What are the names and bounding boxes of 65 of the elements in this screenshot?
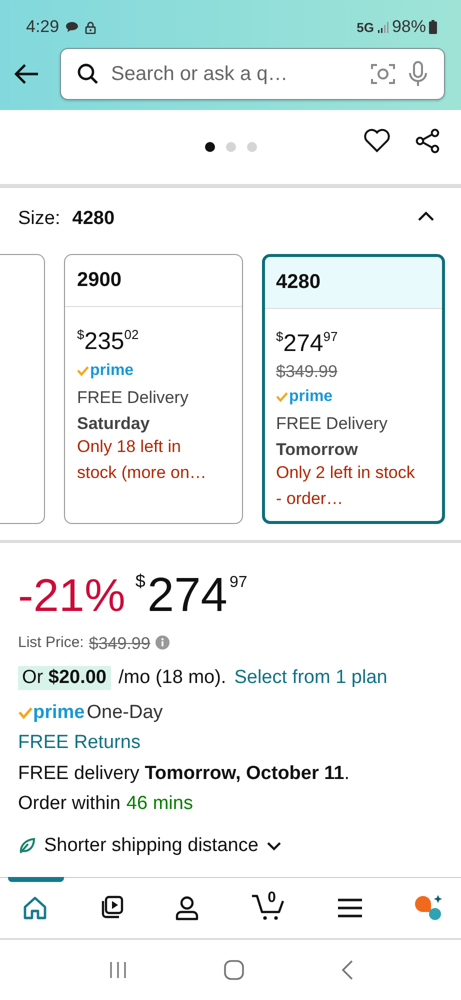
leaf-icon (18, 837, 36, 855)
cart-icon (250, 893, 287, 921)
delivery-date: FREE delivery Tomorrow, October 11. (18, 763, 350, 785)
size-option-card[interactable]: 2900 $^{$}$235$^{02}$ prime FREE Delivery Saturday Only 18 left in stock (more on… (64, 254, 243, 524)
order-deadline-label: Order within (18, 793, 120, 815)
delivery-day: Tomorrow (276, 440, 358, 460)
option-price: $^{$}$235$^{02}$ (77, 326, 139, 356)
carousel-dot[interactable] (246, 142, 256, 152)
stock-warning: Only 2 left in stock - order… (276, 462, 416, 510)
search-input[interactable]: Search or ask a q… (111, 62, 358, 86)
prime-delivery-speed: One-Day (86, 702, 163, 724)
delivery-label: FREE Delivery (77, 388, 188, 408)
message-icon (65, 21, 80, 33)
share-icon[interactable] (415, 128, 441, 154)
account-icon[interactable] (174, 895, 200, 921)
status-time: 4:29 (26, 17, 60, 37)
network-label: 5G (356, 20, 374, 34)
camera-scan-icon[interactable] (370, 62, 396, 86)
heart-icon[interactable] (363, 128, 391, 153)
menu-icon[interactable] (336, 897, 363, 919)
battery-icon (429, 20, 437, 34)
free-returns-link[interactable]: FREE Returns (18, 732, 140, 754)
search-bar[interactable]: Search or ask a q… (60, 48, 445, 100)
prime-check-icon (77, 366, 89, 376)
prime-label: prime (289, 388, 333, 406)
price: $^{$}$274$^{97}$ (135, 568, 248, 624)
prime-check-icon (18, 707, 33, 719)
lock-icon (85, 20, 96, 34)
prime-label: prime (90, 362, 134, 380)
delivery-day: Saturday (77, 414, 150, 434)
size-option-label: 4280 (276, 271, 320, 294)
signal-icon (376, 22, 389, 32)
list-price: $349.99 (88, 634, 150, 654)
list-price-label: List Price: (18, 634, 84, 650)
prime-check-icon (276, 392, 288, 402)
search-icon (77, 63, 99, 85)
option-price: $^{$}$274$^{97}$ (276, 328, 338, 358)
size-value: 4280 (72, 208, 115, 230)
delivery-label: FREE Delivery (276, 414, 388, 434)
caret-icon[interactable] (417, 210, 435, 222)
back-icon[interactable] (340, 959, 354, 981)
size-option-card[interactable] (0, 254, 45, 524)
shipping-note[interactable]: Shorter shipping distance (44, 835, 258, 857)
order-countdown: 46 mins (126, 793, 193, 815)
chevron-icon[interactable] (266, 841, 282, 851)
size-label: Size: (18, 208, 60, 230)
info-icon[interactable] (155, 634, 170, 650)
size-option-label: 2900 (77, 269, 122, 292)
home-icon[interactable] (22, 896, 48, 920)
microphone-icon[interactable] (408, 61, 428, 87)
carousel-dot[interactable] (226, 142, 236, 152)
recent-apps-icon[interactable] (108, 960, 128, 980)
select-plan-link[interactable]: Select from 1 plan (234, 667, 388, 689)
cart-button[interactable]: 0 (250, 893, 287, 923)
stock-warning: Only 18 left in stock (more on… (77, 436, 208, 484)
size-option-card[interactable]: 4280 $^{$}$274$^{97}$ $349.99 prime FREE Delivery Tomorrow Only 2 left in stock - order… (262, 254, 445, 524)
installment-amount: Or $20.00 (18, 666, 111, 690)
battery-percent: 98% (392, 17, 426, 37)
discount-percent: -21% (18, 568, 126, 623)
home-button-icon[interactable] (222, 959, 244, 981)
option-list-price: $349.99 (276, 362, 338, 382)
back-arrow-icon[interactable] (14, 63, 40, 85)
carousel-dot[interactable] (204, 142, 214, 152)
prime-label: prime (33, 702, 85, 724)
installment-term: /mo (18 mo). (118, 667, 226, 689)
